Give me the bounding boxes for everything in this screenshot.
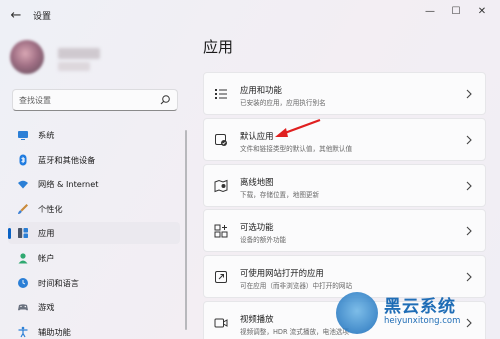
- card-title: 可使用网站打开的应用: [240, 268, 324, 279]
- default-app-icon: [215, 133, 227, 146]
- sidebar-item-network[interactable]: 网络 & Internet: [8, 173, 180, 195]
- sidebar-item-label: 帐户: [38, 252, 55, 263]
- close-icon[interactable]: ✕: [472, 4, 492, 20]
- map-icon: [214, 179, 228, 192]
- watermark: 黑云系统 heiyunxitong.com: [330, 289, 500, 339]
- list-icon: [215, 89, 227, 99]
- sidebar-item-label: 时间和语言: [38, 277, 79, 288]
- video-icon: [214, 318, 228, 328]
- card-title: 默认应用: [240, 130, 274, 141]
- card-title: 离线地图: [240, 176, 274, 187]
- sidebar-item-gaming[interactable]: 游戏: [8, 296, 180, 318]
- sidebar-item-label: 辅助功能: [38, 326, 71, 337]
- sidebar-item-label: 蓝牙和其他设备: [38, 154, 96, 165]
- annotation-arrow: [275, 118, 321, 137]
- sidebar-item-time-language[interactable]: 时间和语言: [8, 272, 180, 294]
- open-web-icon: [215, 271, 227, 284]
- sidebar-item-accessibility[interactable]: 辅助功能: [8, 321, 180, 339]
- card-subtitle: 已安装的应用，应用执行别名: [240, 99, 326, 107]
- title-bar: ← 设置 — ☐ ✕: [0, 0, 500, 32]
- sidebar-item-label: 应用: [38, 228, 55, 239]
- avatar[interactable]: [10, 40, 44, 74]
- chevron-right-icon: [466, 272, 472, 282]
- card-title: 应用和功能: [240, 85, 282, 95]
- gamepad-icon: [18, 304, 28, 311]
- card-subtitle: 文件和链接类型的默认值，其他默认值: [240, 144, 353, 153]
- search-icon[interactable]: [159, 94, 171, 106]
- card-title: 可选功能: [240, 222, 274, 233]
- user-name-blurred: [58, 48, 100, 59]
- brush-icon: [18, 203, 28, 214]
- sidebar-item-label: 游戏: [38, 302, 55, 313]
- sidebar-item-personalization[interactable]: 个性化: [8, 198, 180, 220]
- page-title: 应用: [203, 38, 234, 56]
- sidebar-item-bluetooth[interactable]: 蓝牙和其他设备: [8, 149, 180, 171]
- wifi-icon: [18, 180, 28, 189]
- card-title: 视频播放: [240, 313, 274, 324]
- sidebar-item-accounts[interactable]: 帐户: [8, 247, 180, 269]
- watermark-title: 黑云系统: [384, 297, 456, 317]
- sidebar-scrollbar[interactable]: [185, 130, 187, 330]
- sidebar-item-label: 系统: [38, 130, 55, 140]
- maximize-icon[interactable]: ☐: [446, 4, 466, 20]
- card-offline-maps[interactable]: 离线地图 下载，存储位置，地图更新: [203, 163, 486, 207]
- globe-clock-icon: [18, 277, 28, 288]
- chevron-right-icon: [466, 89, 472, 99]
- watermark-url: heiyunxitong.com: [384, 316, 461, 326]
- card-subtitle: 设备的额外功能: [240, 236, 287, 245]
- sidebar: 系统 蓝牙和其他设备 网络 & Internet 个性化 应用 帐户 时间和语言…: [8, 124, 180, 339]
- chevron-right-icon: [466, 181, 472, 190]
- sidebar-item-label: 个性化: [38, 203, 63, 214]
- watermark-logo-icon: [336, 292, 378, 334]
- card-optional-features[interactable]: 可选功能 设备的额外功能: [203, 209, 486, 253]
- apps-icon: [18, 228, 28, 239]
- accessibility-icon: [18, 326, 28, 338]
- card-apps-features[interactable]: 应用和功能 已安装的应用，应用执行别名: [203, 72, 486, 115]
- window-title: 设置: [33, 12, 52, 22]
- user-email-blurred: [58, 62, 90, 71]
- chevron-right-icon: [466, 227, 472, 236]
- minimize-icon[interactable]: —: [420, 4, 440, 20]
- back-arrow-icon[interactable]: ←: [8, 8, 24, 24]
- card-default-apps[interactable]: 默认应用 文件和链接类型的默认值，其他默认值: [203, 117, 486, 161]
- person-icon: [18, 253, 28, 264]
- sidebar-item-label: 网络 & Internet: [38, 179, 99, 190]
- sidebar-item-system[interactable]: 系统: [8, 124, 180, 146]
- search-input[interactable]: 查找设置: [12, 89, 178, 111]
- sidebar-item-apps[interactable]: 应用: [8, 222, 180, 245]
- grid-plus-icon: [214, 224, 228, 238]
- card-subtitle: 下载，存储位置，地图更新: [240, 190, 320, 199]
- search-placeholder: 查找设置: [19, 96, 51, 105]
- bluetooth-icon: [19, 154, 27, 166]
- monitor-icon: [18, 131, 28, 140]
- chevron-right-icon: [466, 135, 472, 145]
